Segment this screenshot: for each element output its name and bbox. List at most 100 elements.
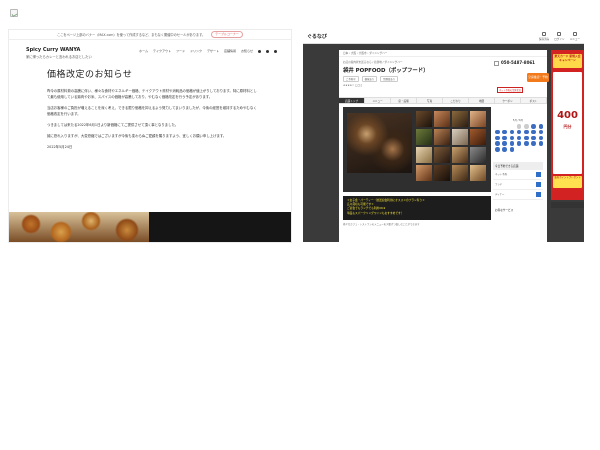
nav-item-food[interactable]: フード <box>176 49 185 53</box>
brand-title: Spicy Curry WANYA <box>26 47 81 53</box>
photo-thumbnail[interactable] <box>452 111 468 127</box>
promo-line: 単品もスパークリングワインもおすすめです！ <box>347 210 404 215</box>
tab-top[interactable]: 店舗トップ <box>339 98 365 103</box>
photo-thumbnail[interactable] <box>416 111 432 127</box>
photo-thumbnail[interactable] <box>470 165 486 181</box>
calendar-day[interactable] <box>531 124 536 129</box>
tab-menu[interactable]: メニュー <box>365 98 391 103</box>
main-interior-photo[interactable] <box>347 113 412 173</box>
photo-thumbnail[interactable] <box>434 129 450 145</box>
nav-item-news[interactable]: お知らせ <box>241 49 253 53</box>
calendar-day[interactable] <box>524 129 529 135</box>
calendar-day[interactable] <box>516 135 522 141</box>
tab-map[interactable]: 地図 <box>469 98 495 103</box>
calendar-day[interactable] <box>516 129 522 135</box>
arrow-button-icon <box>536 181 541 187</box>
sidebar-row-label: ネット予約 <box>495 173 507 177</box>
sidebar-row[interactable]: ネット予約 <box>493 170 543 180</box>
calendar-day[interactable] <box>516 124 522 129</box>
calendar-day[interactable] <box>531 135 536 141</box>
sidebar-row-label: ディナー <box>495 193 505 197</box>
tab-coupon[interactable]: クーポン <box>495 98 521 103</box>
sidebar-row-label: ランチ <box>495 183 503 187</box>
calendar-day[interactable] <box>509 147 515 152</box>
rakuten-ad-banner[interactable]: 楽天カード 新規入会 キャンペーン 400 円分 楽天ポイントプレゼント <box>551 50 584 200</box>
restaurant-name: 袋井 POPFOOD（ポップフード） <box>343 67 429 74</box>
photo-thumbnail[interactable] <box>452 129 468 145</box>
menu-button[interactable]: メニュー <box>570 32 580 41</box>
calendar-day[interactable] <box>516 141 522 146</box>
reserve-button[interactable]: 空席確認・予約する <box>527 73 549 88</box>
nav-item-takeout[interactable]: テイクアウト <box>153 49 171 53</box>
calendar-day[interactable] <box>538 129 544 135</box>
availability-tag[interactable]: ネット予約の空席状況 <box>497 87 523 93</box>
calendar-day[interactable] <box>531 141 536 146</box>
restaurant-tabs: 店舗トップ メニュー 席・設備 写真 こだわり 地図 クーポン ポスト <box>339 97 547 104</box>
photo-thumbnail[interactable] <box>470 111 486 127</box>
sidebar-row[interactable]: ランチ <box>493 180 543 190</box>
breadcrumb[interactable]: 日本 › 大阪 › 大阪市 › ダイニングバー <box>339 50 547 57</box>
calendar-day[interactable] <box>509 135 515 141</box>
brand-block[interactable]: Spicy Curry WANYA 家に帰ったらカレーと言われるお店としたい <box>26 47 92 59</box>
banner-button[interactable]: テーブルコーナー <box>211 31 243 38</box>
notice-paragraph: 昨今の原材料費の高騰に伴い、様々な食材やエネルギー価格、テイクアウト資材や消耗品… <box>47 89 257 99</box>
calendar-day[interactable] <box>502 135 507 141</box>
nav-item-shop[interactable]: 店舗情報 <box>224 49 236 53</box>
tab-seats[interactable]: 席・設備 <box>391 98 417 103</box>
calendar-day[interactable] <box>495 135 500 141</box>
notice-paragraph: 誠に恐れ入りますが、大変恐縮ではございますが今後も変わらぬご愛顧を賜りますよう、… <box>47 134 227 138</box>
tab-post[interactable]: ポスト <box>521 98 547 103</box>
photo-thumbnail[interactable] <box>416 165 432 181</box>
tab-photos[interactable]: 写真 <box>417 98 443 103</box>
calendar-day[interactable] <box>524 124 529 129</box>
nav-item-home[interactable]: ホーム <box>139 49 148 53</box>
saved-button[interactable]: 保存済み <box>539 32 549 41</box>
photo-thumbnail[interactable] <box>452 147 468 163</box>
calendar-day[interactable] <box>538 135 544 141</box>
calendar-day[interactable] <box>495 141 500 146</box>
calendar-day[interactable] <box>524 135 529 141</box>
photo-thumbnail[interactable] <box>470 147 486 163</box>
calendar-day[interactable] <box>538 124 544 129</box>
main-nav: ホーム テイクアウト フード ドリンク デザート 店舗情報 お知らせ <box>139 49 277 53</box>
ad-close-bar[interactable] <box>551 202 584 208</box>
photo-thumbnail[interactable] <box>434 165 450 181</box>
calendar-day[interactable] <box>502 141 507 146</box>
nav-item-drink[interactable]: ドリンク <box>190 49 202 53</box>
photo-thumbnail[interactable] <box>452 165 468 181</box>
photo-thumbnail[interactable] <box>416 129 432 145</box>
user-icon <box>557 32 562 37</box>
calendar-day[interactable] <box>495 129 500 135</box>
tab-kodawari[interactable]: こだわり <box>443 98 469 103</box>
photo-thumbnail[interactable] <box>416 147 432 163</box>
calendar-day[interactable] <box>502 147 507 152</box>
ad-footer-text: 楽天ポイントプレゼント <box>553 176 582 188</box>
calendar-day[interactable] <box>502 129 507 135</box>
notice-title: 価格改定のお知らせ <box>47 70 133 80</box>
gurunavi-logo[interactable]: ぐるなび <box>307 33 327 40</box>
right-screenshot-panel: ぐるなび 保存済み ログイン メニュー 日本 › 大阪 › 大阪市 › ダイニン… <box>303 30 584 242</box>
fried-chicken-photo <box>9 212 149 242</box>
photo-thumbnail[interactable] <box>434 111 450 127</box>
nav-item-dessert[interactable]: デザート <box>207 49 219 53</box>
calendar-day[interactable] <box>538 141 544 146</box>
twitter-icon[interactable] <box>266 49 269 53</box>
instagram-icon[interactable] <box>258 49 261 53</box>
banner-text: ここをページ上部のバナー（MAX.com）を使って作成するなど、まもなく開催中の… <box>57 33 206 37</box>
photo-thumbnail[interactable] <box>434 147 450 163</box>
notice-paragraph: つきましては来たる2022年6月1日より新価格にてご提供させて頂く事となりました… <box>47 123 179 127</box>
calendar-day[interactable] <box>524 141 529 146</box>
login-button[interactable]: ログイン <box>554 32 565 41</box>
phone-number[interactable]: 050-5487-8061 <box>494 60 535 66</box>
sidebar-row[interactable]: ディナー <box>493 190 543 200</box>
left-screenshot-panel: ここをページ上部のバナー（MAX.com）を使って作成するなど、まもなく開催中の… <box>9 30 291 242</box>
facebook-icon[interactable] <box>274 49 277 53</box>
arrow-button-icon <box>536 191 541 197</box>
broken-image-icon <box>10 9 18 17</box>
calendar-day[interactable] <box>509 129 515 135</box>
calendar-day[interactable] <box>531 129 536 135</box>
photo-thumbnail[interactable] <box>470 129 486 145</box>
calendar-day[interactable] <box>509 141 515 146</box>
calendar-day[interactable] <box>495 147 500 152</box>
bookmark-icon <box>542 32 547 37</box>
